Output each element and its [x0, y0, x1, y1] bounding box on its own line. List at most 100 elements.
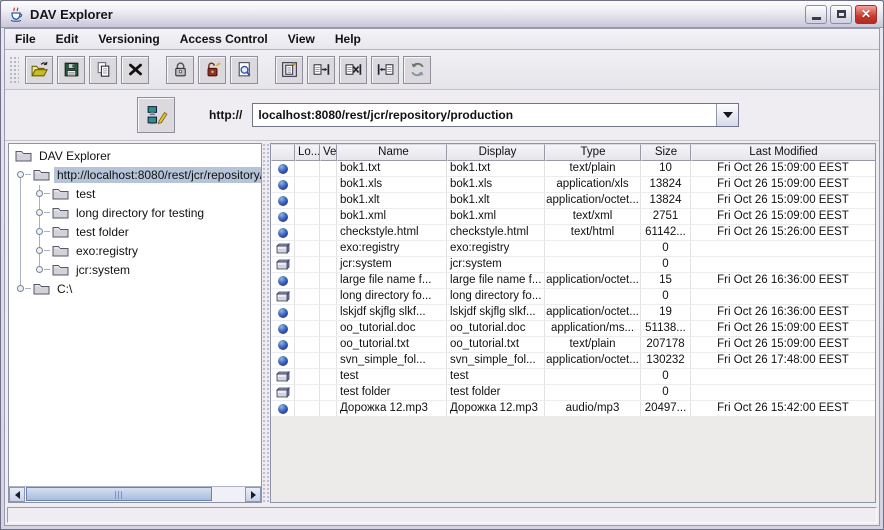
- tree-node[interactable]: C:\: [9, 279, 261, 298]
- floppy-disk-icon: [62, 60, 81, 79]
- titlebar[interactable]: DAV Explorer ✕: [1, 1, 883, 28]
- table-row[interactable]: exo:registry exo:registry 0: [271, 241, 875, 257]
- scroll-left-button[interactable]: [9, 487, 25, 502]
- lock-cell: [295, 225, 320, 240]
- table-row[interactable]: oo_tutorial.doc oo_tutorial.doc applicat…: [271, 321, 875, 337]
- folder-icon: [52, 263, 69, 276]
- tree-expand-handle-icon[interactable]: [36, 228, 43, 235]
- lock-cell: [295, 385, 320, 400]
- tree-node[interactable]: jcr:system: [9, 260, 261, 279]
- table-row[interactable]: test folder test folder 0: [271, 385, 875, 401]
- type-cell: application/ms...: [545, 321, 641, 336]
- connect-server-button[interactable]: [137, 97, 175, 133]
- type-cell: application/xls: [545, 177, 641, 192]
- column-header[interactable]: Size: [641, 144, 691, 161]
- tree-expand-handle-icon[interactable]: [36, 190, 43, 197]
- url-dropdown-button[interactable]: [716, 104, 738, 126]
- versioned-cell: [320, 209, 337, 224]
- table-row[interactable]: long directory fo... long directory fo..…: [271, 289, 875, 305]
- last-modified-cell: Fri Oct 26 15:09:00 EEST: [691, 321, 875, 336]
- table-row[interactable]: bok1.xml bok1.xml text/xml 2751 Fri Oct …: [271, 209, 875, 225]
- display-name-cell: exo:registry: [447, 241, 545, 256]
- display-name-cell: test folder: [447, 385, 545, 400]
- menu-item[interactable]: Help: [329, 30, 367, 48]
- toolbar-drag-handle[interactable]: [9, 56, 19, 84]
- uncheckout-button[interactable]: [339, 56, 367, 84]
- table-row[interactable]: oo_tutorial.txt oo_tutorial.txt text/pla…: [271, 337, 875, 353]
- column-header[interactable]: Name: [337, 144, 447, 161]
- delete-button[interactable]: [121, 56, 149, 84]
- tree-expand-handle-icon[interactable]: [36, 266, 43, 273]
- column-header[interactable]: Lo...: [295, 144, 320, 161]
- tree-expand-handle-icon[interactable]: [17, 285, 24, 292]
- menu-item[interactable]: Edit: [50, 30, 85, 48]
- last-modified-cell: Fri Oct 26 15:09:00 EEST: [691, 337, 875, 352]
- tree-node-label: http://localhost:8080/rest/jcr/repositor…: [54, 167, 261, 183]
- tree-expand-handle-icon[interactable]: [36, 247, 43, 254]
- type-cell: text/xml: [545, 209, 641, 224]
- column-header[interactable]: Display: [447, 144, 545, 161]
- lock-button[interactable]: [166, 56, 194, 84]
- table-row[interactable]: bok1.xlt bok1.xlt application/octet... 1…: [271, 193, 875, 209]
- tree-expand-handle-icon[interactable]: [36, 209, 43, 216]
- table-row[interactable]: bok1.xls bok1.xls application/xls 13824 …: [271, 177, 875, 193]
- table-row[interactable]: lskjdf skjflg slkf... lskjdf skjflg slkf…: [271, 305, 875, 321]
- table-row[interactable]: bok1.txt bok1.txt text/plain 10 Fri Oct …: [271, 161, 875, 177]
- resource-icon-cell: [271, 401, 295, 416]
- column-header[interactable]: Type: [545, 144, 641, 161]
- tree-node[interactable]: http://localhost:8080/rest/jcr/repositor…: [9, 165, 261, 184]
- tree-expand-handle-icon[interactable]: [17, 171, 24, 178]
- resource-icon-cell: [271, 337, 295, 352]
- tree-node[interactable]: test: [9, 184, 261, 203]
- check-in-button[interactable]: [307, 56, 335, 84]
- table-row[interactable]: test test 0: [271, 369, 875, 385]
- refresh-button[interactable]: [403, 56, 431, 84]
- table-row[interactable]: large file name f... large file name f..…: [271, 273, 875, 289]
- lock-cell: [295, 369, 320, 384]
- name-cell: lskjdf skjflg slkf...: [337, 305, 447, 320]
- url-input[interactable]: [253, 104, 716, 126]
- menu-item[interactable]: Access Control: [174, 30, 274, 48]
- tree-node[interactable]: test folder: [9, 222, 261, 241]
- split-divider[interactable]: [262, 143, 270, 503]
- tree-node[interactable]: DAV Explorer: [9, 146, 261, 165]
- save-button[interactable]: [57, 56, 85, 84]
- display-name-cell: bok1.xml: [447, 209, 545, 224]
- column-header[interactable]: Ve...: [320, 144, 337, 161]
- scrollbar-thumb[interactable]: [26, 487, 212, 501]
- menu-item[interactable]: Versioning: [92, 30, 165, 48]
- table-row[interactable]: jcr:system jcr:system 0: [271, 257, 875, 273]
- close-button[interactable]: ✕: [855, 5, 877, 24]
- menu-item[interactable]: File: [9, 30, 42, 48]
- put-under-version-control-button[interactable]: [275, 56, 303, 84]
- maximize-icon: [837, 10, 846, 18]
- triangle-right-icon: [251, 491, 256, 499]
- column-header[interactable]: [271, 144, 295, 161]
- tree-node[interactable]: long directory for testing: [9, 203, 261, 222]
- table-row[interactable]: checkstyle.html checkstyle.html text/htm…: [271, 225, 875, 241]
- scroll-right-button[interactable]: [245, 487, 261, 502]
- maximize-button[interactable]: [830, 5, 852, 24]
- table-row[interactable]: svn_simple_fol... svn_simple_fol... appl…: [271, 353, 875, 369]
- type-cell: [545, 241, 641, 256]
- tree-connector: [25, 288, 31, 289]
- menu-item[interactable]: View: [282, 30, 321, 48]
- last-modified-cell: Fri Oct 26 16:36:00 EEST: [691, 273, 875, 288]
- tree-node[interactable]: exo:registry: [9, 241, 261, 260]
- check-out-button[interactable]: [371, 56, 399, 84]
- minimize-button[interactable]: [805, 5, 827, 24]
- scrollbar-track[interactable]: [25, 487, 245, 502]
- table-row[interactable]: Дорожка 12.mp3 Дорожка 12.mp3 audio/mp3 …: [271, 401, 875, 417]
- name-cell: oo_tutorial.txt: [337, 337, 447, 352]
- unlock-button[interactable]: [198, 56, 226, 84]
- versioned-cell: [320, 161, 337, 176]
- versioned-cell: [320, 225, 337, 240]
- file-icon: [278, 212, 288, 222]
- versioned-cell: [320, 305, 337, 320]
- column-header[interactable]: Last Modified: [691, 144, 875, 161]
- view-button[interactable]: [230, 56, 258, 84]
- open-button[interactable]: [25, 56, 53, 84]
- tree-connector: [44, 250, 50, 251]
- size-cell: 0: [641, 385, 691, 400]
- copy-button[interactable]: [89, 56, 117, 84]
